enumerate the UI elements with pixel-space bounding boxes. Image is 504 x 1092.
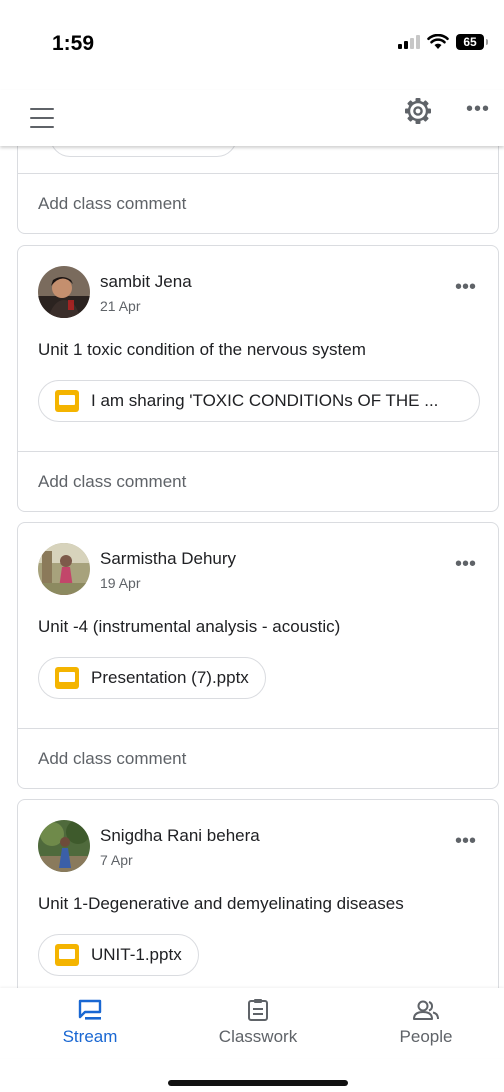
avatar [38,543,90,595]
add-class-comment[interactable]: Add class comment [18,173,498,233]
menu-icon[interactable] [30,108,54,128]
post-date: 21 Apr [100,298,141,314]
post-more-icon[interactable]: ••• [455,830,476,853]
status-icons: 65 [398,34,488,50]
add-class-comment-label: Add class comment [38,471,187,491]
attachment-chip[interactable]: Presentation (7).pptx [38,657,266,699]
nav-classwork-label: Classwork [218,1027,298,1046]
post-author: sambit Jena [100,272,192,291]
attachment-name: Presentation (7).pptx [91,668,249,687]
add-class-comment[interactable]: Add class comment [18,451,498,511]
add-class-comment-label: Add class comment [38,193,187,213]
attachment-chip[interactable]: UNIT-1.pptx [38,934,199,976]
post-more-icon[interactable]: ••• [455,553,476,576]
avatar [38,820,90,872]
post-text: Unit 1-Degenerative and demyelinating di… [38,894,404,913]
attachment-chip-partial[interactable] [50,146,237,157]
post-card: Sarmistha Dehury 19 Apr ••• Unit -4 (ins… [17,522,499,789]
signal-icon [398,35,420,49]
attachment-name: I am sharing 'TOXIC CONDITIONs OF THE ..… [91,391,439,410]
post-text: Unit -4 (instrumental analysis - acousti… [38,617,341,636]
add-class-comment[interactable]: Add class comment [18,728,498,788]
post-card: sambit Jena 21 Apr ••• Unit 1 toxic cond… [17,245,499,512]
battery-icon: 65 [456,34,488,50]
home-indicator[interactable] [168,1080,348,1086]
nav-people-label: People [399,1027,453,1046]
classwork-icon [248,999,268,1021]
status-time: 1:59 [52,32,95,55]
nav-classwork[interactable]: Classwork [188,988,328,1058]
more-options-icon[interactable]: ••• [466,98,490,121]
status-bar: 1:59 65 [0,0,504,90]
slides-file-icon [55,390,79,412]
nav-stream[interactable]: Stream [20,988,160,1058]
stream-feed: Add class comment sambit Jena 21 Apr •••… [0,146,504,988]
post-date: 7 Apr [100,852,133,868]
nav-stream-label: Stream [62,1027,118,1046]
people-icon [413,1000,439,1020]
post-author: Sarmistha Dehury [100,549,237,568]
stream-icon [78,999,102,1020]
attachment-name: UNIT-1.pptx [91,945,182,964]
battery-level: 65 [463,35,477,49]
nav-people[interactable]: People [356,988,496,1058]
settings-gear-icon[interactable] [402,95,434,127]
post-text: Unit 1 toxic condition of the nervous sy… [38,340,366,359]
attachment-chip[interactable]: I am sharing 'TOXIC CONDITIONs OF THE ..… [38,380,480,422]
bottom-navigation: Stream Classwork People [0,988,504,1058]
post-card: Add class comment [17,146,499,234]
slides-file-icon [55,667,79,689]
post-date: 19 Apr [100,575,141,591]
app-bar: ••• [0,90,504,146]
wifi-icon [427,34,449,49]
add-class-comment-label: Add class comment [38,748,187,768]
post-author: Snigdha Rani behera [100,826,260,845]
avatar [38,266,90,318]
post-more-icon[interactable]: ••• [455,276,476,299]
slides-file-icon [55,944,79,966]
post-card: Snigdha Rani behera 7 Apr ••• Unit 1-Deg… [17,799,499,988]
